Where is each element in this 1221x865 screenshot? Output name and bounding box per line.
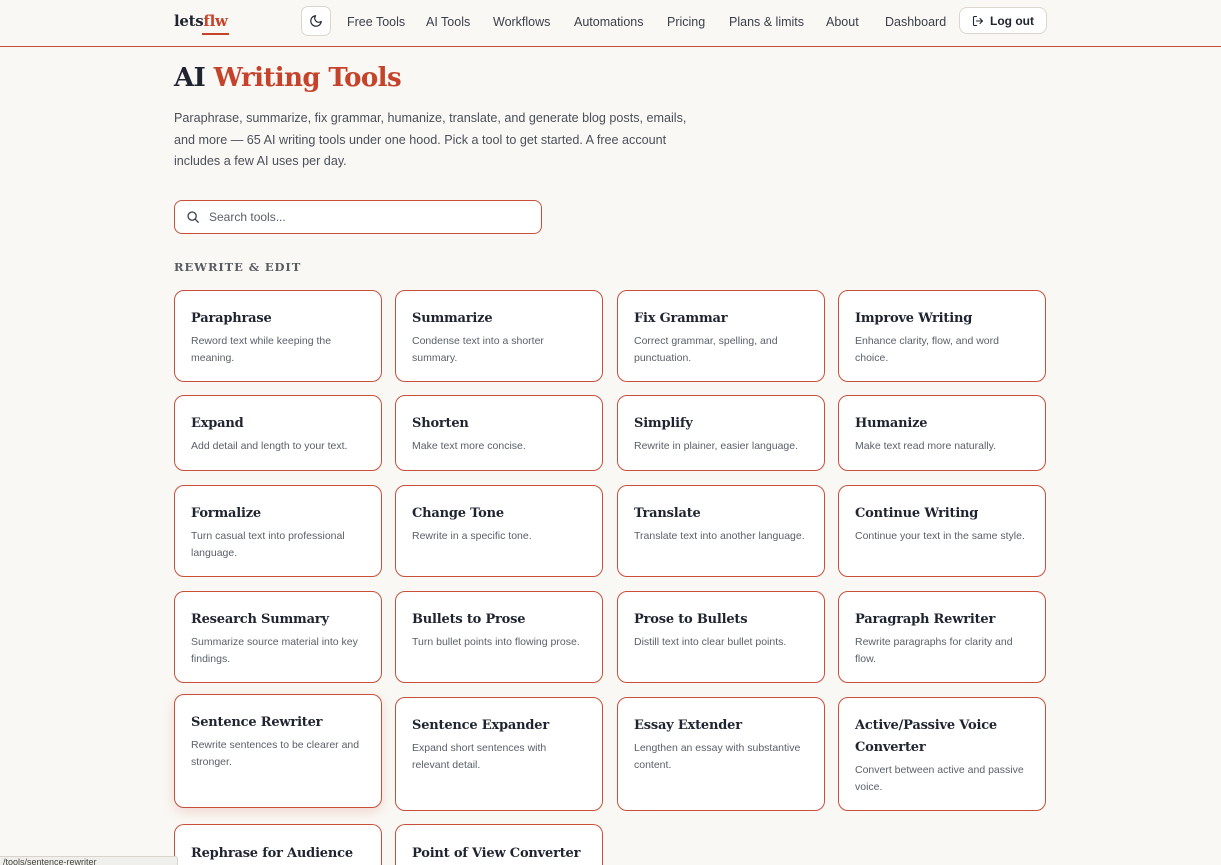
tool-card-point-of-view-converter[interactable]: Point of View Converter: [395, 824, 603, 865]
tool-card-title: Summarize: [412, 311, 493, 326]
tool-card-description: Rewrite in plainer, easier language.: [634, 440, 799, 452]
tool-card-paragraph-rewriter[interactable]: Paragraph Rewriter Rewrite paragraphs fo…: [838, 591, 1046, 683]
tool-card-title: Shorten: [412, 416, 469, 431]
tool-card-prose-to-bullets[interactable]: Prose to Bullets Distill text into clear…: [617, 591, 825, 683]
tool-card-title: Translate: [634, 506, 701, 521]
moon-icon: [309, 14, 323, 28]
page-title: AI Writing Tools: [174, 60, 402, 96]
tool-card-description: Correct grammar, spelling, and punctuati…: [634, 335, 778, 364]
tool-card-title: Paraphrase: [191, 311, 272, 326]
tool-card-description: Rewrite paragraphs for clarity and flow.: [855, 636, 1013, 665]
tool-card-title: Bullets to Prose: [412, 612, 526, 627]
tool-card-sentence-expander[interactable]: Sentence Expander Expand short sentences…: [395, 697, 603, 811]
tool-card-active-passive-voice-converter[interactable]: Active/Passive Voice Converter Convert b…: [838, 697, 1046, 811]
nav-link-dashboard[interactable]: Dashboard: [885, 13, 946, 31]
tool-card-improve-writing[interactable]: Improve Writing Enhance clarity, flow, a…: [838, 290, 1046, 382]
tool-card-description: Lengthen an essay with substantive conte…: [634, 742, 801, 771]
tool-card-description: Enhance clarity, flow, and word choice.: [855, 335, 999, 364]
tool-card-title: Essay Extender: [634, 718, 742, 733]
tool-card-description: Make text read more naturally.: [855, 440, 997, 452]
tool-card-change-tone[interactable]: Change Tone Rewrite in a specific tone.: [395, 485, 603, 577]
tool-card-title: Fix Grammar: [634, 311, 728, 326]
logo-text-lets: lets: [174, 12, 204, 30]
tool-card-summarize[interactable]: Summarize Condense text into a shorter s…: [395, 290, 603, 382]
tool-card-formalize[interactable]: Formalize Turn casual text into professi…: [174, 485, 382, 577]
search-box: [174, 200, 542, 234]
tool-card-essay-extender[interactable]: Essay Extender Lengthen an essay with su…: [617, 697, 825, 811]
tool-card-research-summary[interactable]: Research Summary Summarize source materi…: [174, 591, 382, 683]
tool-card-title: Sentence Rewriter: [191, 715, 323, 730]
site-logo[interactable]: letsflw: [174, 11, 228, 31]
tool-card-description: Translate text into another language.: [634, 530, 805, 542]
tool-card-title: Improve Writing: [855, 311, 973, 326]
logout-button[interactable]: Log out: [959, 7, 1047, 34]
tool-card-description: Rewrite sentences to be clearer and stro…: [191, 739, 360, 768]
tool-card-title: Sentence Expander: [412, 718, 549, 733]
tool-card-description: Rewrite in a specific tone.: [412, 530, 532, 542]
tool-card-description: Turn bullet points into flowing prose.: [412, 636, 580, 648]
tool-card-expand[interactable]: Expand Add detail and length to your tex…: [174, 395, 382, 471]
tool-card-description: Distill text into clear bullet points.: [634, 636, 787, 648]
tool-card-description: Reword text while keeping the meaning.: [191, 335, 332, 364]
nav-link-free-tools[interactable]: Free Tools: [347, 13, 405, 31]
tool-card-description: Add detail and length to your text.: [191, 440, 348, 452]
tool-card-title: Simplify: [634, 416, 693, 431]
tool-card-title: Paragraph Rewriter: [855, 612, 996, 627]
search-icon: [186, 210, 200, 224]
tool-card-humanize[interactable]: Humanize Make text read more naturally.: [838, 395, 1046, 471]
tool-card-description: Summarize source material into key findi…: [191, 636, 358, 665]
nav-link-plans-limits[interactable]: Plans & limits: [729, 13, 804, 31]
tool-card-simplify[interactable]: Simplify Rewrite in plainer, easier lang…: [617, 395, 825, 471]
tool-card-title: Humanize: [855, 416, 928, 431]
nav-link-pricing[interactable]: Pricing: [667, 13, 705, 31]
nav-link-about[interactable]: About: [826, 13, 859, 31]
section-heading-rewrite-edit: REWRITE & EDIT: [174, 260, 302, 274]
tool-card-title: Continue Writing: [855, 506, 979, 521]
tool-card-title: Rephrase for Audience: [191, 846, 353, 861]
search-input[interactable]: [209, 202, 529, 232]
page-title-prefix: AI: [174, 63, 206, 93]
tool-card-description: Turn casual text into professional langu…: [191, 530, 345, 559]
tool-card-title: Research Summary: [191, 612, 329, 627]
tool-card-bullets-to-prose[interactable]: Bullets to Prose Turn bullet points into…: [395, 591, 603, 683]
tool-card-description: Make text more concise.: [412, 440, 526, 452]
tool-card-shorten[interactable]: Shorten Make text more concise.: [395, 395, 603, 471]
tool-card-description: Convert between active and passive voice…: [855, 764, 1024, 793]
top-navigation-bar: letsflw Free Tools AI Tools Workflows Au…: [0, 0, 1221, 47]
page-title-accent: Writing Tools: [213, 63, 402, 93]
nav-link-workflows[interactable]: Workflows: [493, 13, 550, 31]
tool-card-description: Condense text into a shorter summary.: [412, 335, 544, 364]
logo-text-flw: flw: [203, 12, 228, 30]
tool-card-title: Active/Passive Voice Converter: [855, 718, 997, 755]
page-intro: Paraphrase, summarize, fix grammar, huma…: [174, 111, 687, 168]
tool-card-title: Formalize: [191, 506, 261, 521]
tool-card-title: Expand: [191, 416, 244, 431]
tool-card-title: Point of View Converter: [412, 846, 581, 861]
nav-link-automations[interactable]: Automations: [574, 13, 643, 31]
link-preview-status-url: /tools/sentence-rewriter: [0, 856, 178, 865]
tool-card-description: Expand short sentences with relevant det…: [412, 742, 547, 771]
tool-card-title: Change Tone: [412, 506, 504, 521]
tool-card-sentence-rewriter[interactable]: Sentence Rewriter Rewrite sentences to b…: [174, 694, 382, 808]
tool-card-rephrase-for-audience[interactable]: Rephrase for Audience: [174, 824, 382, 865]
logout-label: Log out: [990, 13, 1034, 28]
logout-icon: [972, 15, 984, 27]
theme-toggle-button[interactable]: [301, 6, 331, 36]
tool-card-translate[interactable]: Translate Translate text into another la…: [617, 485, 825, 577]
tool-card-paraphrase[interactable]: Paraphrase Reword text while keeping the…: [174, 290, 382, 382]
logo-underline: [202, 33, 229, 35]
tool-card-title: Prose to Bullets: [634, 612, 748, 627]
tool-card-description: Continue your text in the same style.: [855, 530, 1025, 542]
tool-card-fix-grammar[interactable]: Fix Grammar Correct grammar, spelling, a…: [617, 290, 825, 382]
nav-link-ai-tools[interactable]: AI Tools: [426, 13, 470, 31]
tool-card-continue-writing[interactable]: Continue Writing Continue your text in t…: [838, 485, 1046, 577]
